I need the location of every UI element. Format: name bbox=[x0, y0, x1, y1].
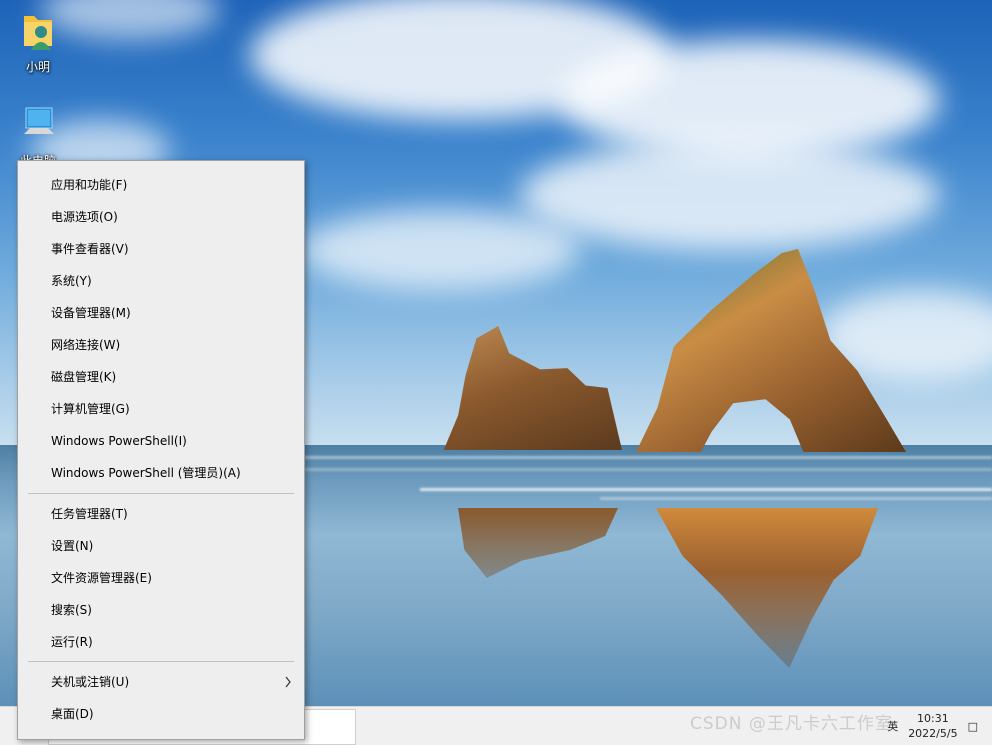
menu-item-power-options[interactable]: 电源选项(O) bbox=[19, 202, 303, 232]
user-folder-icon bbox=[24, 16, 52, 50]
menu-item-settings[interactable]: 设置(N) bbox=[19, 531, 303, 561]
watermark: CSDN @王凡卡六工作室 bbox=[690, 714, 893, 734]
menu-item-shutdown-signout[interactable]: 关机或注销(U) bbox=[19, 667, 303, 697]
menu-item-file-explorer[interactable]: 文件资源管理器(E) bbox=[19, 563, 303, 593]
menu-separator bbox=[28, 661, 294, 662]
menu-item-disk-management[interactable]: 磁盘管理(K) bbox=[19, 362, 303, 392]
desktop-icon-user-label: 小明 bbox=[25, 60, 50, 74]
menu-item-event-viewer[interactable]: 事件查看器(V) bbox=[19, 234, 303, 264]
menu-item-desktop[interactable]: 桌面(D) bbox=[19, 699, 303, 729]
menu-item-run[interactable]: 运行(R) bbox=[19, 627, 303, 657]
this-pc-icon bbox=[24, 107, 54, 134]
menu-item-powershell-admin[interactable]: Windows PowerShell (管理员)(A) bbox=[19, 458, 303, 488]
notification-icon[interactable]: □ bbox=[968, 720, 978, 733]
menu-item-search[interactable]: 搜索(S) bbox=[19, 595, 303, 625]
chevron-right-icon bbox=[285, 676, 291, 688]
menu-item-system[interactable]: 系统(Y) bbox=[19, 266, 303, 296]
desktop-icon-user[interactable]: 小明 bbox=[8, 10, 68, 75]
menu-item-powershell[interactable]: Windows PowerShell(I) bbox=[19, 426, 303, 456]
menu-item-shutdown-signout-label: 关机或注销(U) bbox=[51, 675, 130, 689]
menu-item-computer-management[interactable]: 计算机管理(G) bbox=[19, 394, 303, 424]
clock-date: 2022/5/5 bbox=[908, 727, 958, 740]
menu-item-device-manager[interactable]: 设备管理器(M) bbox=[19, 298, 303, 328]
menu-separator bbox=[28, 493, 294, 494]
clock[interactable]: 10:31 2022/5/5 bbox=[908, 711, 957, 741]
system-tray: 英 10:31 2022/5/5 □ bbox=[887, 707, 978, 745]
menu-item-task-manager[interactable]: 任务管理器(T) bbox=[19, 499, 303, 529]
winx-context-menu: 应用和功能(F) 电源选项(O) 事件查看器(V) 系统(Y) 设备管理器(M)… bbox=[17, 160, 305, 740]
menu-item-apps-features[interactable]: 应用和功能(F) bbox=[19, 170, 303, 200]
menu-item-network-connections[interactable]: 网络连接(W) bbox=[19, 330, 303, 360]
clock-time: 10:31 bbox=[917, 712, 949, 725]
